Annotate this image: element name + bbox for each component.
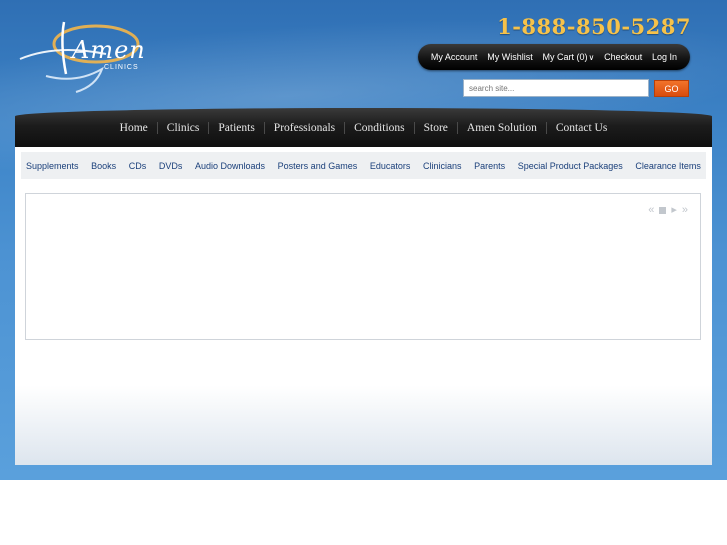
store-category-nav: Supplements Books CDs DVDs Audio Downloa… [21, 152, 706, 179]
category-educators[interactable]: Educators [370, 161, 411, 171]
my-cart-label: My Cart (0) [542, 52, 588, 62]
slider-controls: « ▸ » [648, 205, 688, 216]
search-go-button[interactable]: GO [654, 80, 689, 97]
category-clearance-items[interactable]: Clearance Items [635, 161, 701, 171]
nav-item-clinics[interactable]: Clinics [156, 121, 209, 134]
nav-item-home[interactable]: Home [111, 122, 157, 134]
nav-item-amen-solution[interactable]: Amen Solution [456, 121, 546, 134]
my-cart-link[interactable]: My Cart (0)∨ [543, 52, 595, 62]
category-clinicians[interactable]: Clinicians [423, 161, 462, 171]
nav-item-store[interactable]: Store [413, 121, 457, 134]
my-wishlist-link[interactable]: My Wishlist [487, 52, 533, 62]
category-special-product-packages[interactable]: Special Product Packages [518, 161, 623, 171]
nav-item-professionals[interactable]: Professionals [263, 121, 344, 134]
account-nav-bar: My Account My Wishlist My Cart (0)∨ Chec… [418, 44, 690, 70]
stop-icon[interactable] [659, 206, 667, 214]
phone-number: 1-888-850-5287 [497, 14, 691, 39]
search-input[interactable] [463, 79, 649, 97]
chevron-down-icon: ∨ [588, 53, 595, 62]
category-parents[interactable]: Parents [474, 161, 505, 171]
play-icon[interactable]: ▸ [671, 205, 677, 216]
category-posters-and-games[interactable]: Posters and Games [278, 161, 358, 171]
nav-item-conditions[interactable]: Conditions [344, 121, 413, 134]
next-icon[interactable]: » [682, 205, 688, 216]
logo-subtext: CLINICS [104, 64, 139, 71]
category-supplements[interactable]: Supplements [26, 161, 79, 171]
my-account-link[interactable]: My Account [431, 52, 478, 62]
category-audio-downloads[interactable]: Audio Downloads [195, 161, 265, 171]
nav-item-contact-us[interactable]: Contact Us [545, 121, 616, 134]
category-cds[interactable]: CDs [129, 161, 147, 171]
nav-item-patients[interactable]: Patients [208, 121, 263, 134]
category-dvds[interactable]: DVDs [159, 161, 183, 171]
log-in-link[interactable]: Log In [652, 52, 677, 62]
main-navigation: Home Clinics Patients Professionals Cond… [15, 108, 712, 147]
previous-icon[interactable]: « [648, 205, 654, 216]
category-books[interactable]: Books [91, 161, 116, 171]
amen-clinics-logo[interactable]: Amen CLINICS [16, 14, 146, 94]
featured-slider: « ▸ » [25, 193, 701, 340]
logo-wordmark: Amen [72, 36, 146, 64]
checkout-link[interactable]: Checkout [604, 52, 642, 62]
